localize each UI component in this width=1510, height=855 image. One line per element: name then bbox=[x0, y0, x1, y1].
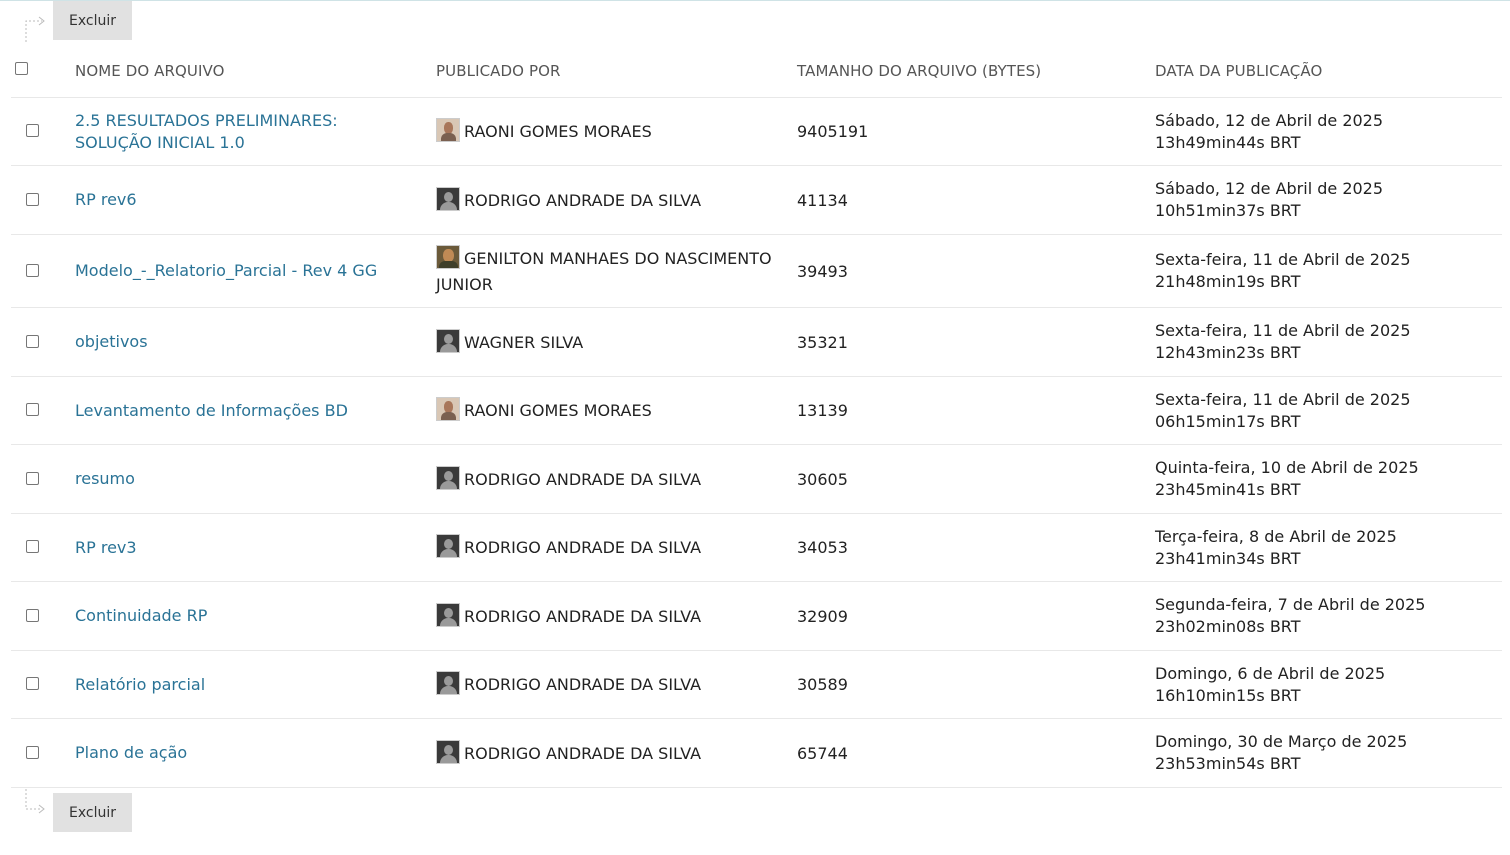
header-publish-date[interactable]: DATA DA PUBLICAÇÃO bbox=[1155, 62, 1502, 80]
table-row: objetivos WAGNER SILVA 35321 Sexta-feira, 1… bbox=[11, 308, 1502, 377]
avatar bbox=[436, 328, 460, 353]
table-header: NOME DO ARQUIVO PUBLICADO POR TAMANHO DO… bbox=[11, 44, 1502, 98]
published-by-cell: RODRIGO ANDRADE DA SILVA bbox=[436, 602, 797, 630]
avatar bbox=[436, 534, 460, 558]
table-row: resumo RODRIGO ANDRADE DA SILVA 30605 Quint… bbox=[11, 445, 1502, 514]
avatar bbox=[436, 397, 460, 421]
file-size: 65744 bbox=[797, 743, 848, 763]
avatar bbox=[436, 671, 460, 695]
file-size: 30605 bbox=[797, 469, 848, 489]
row-checkbox[interactable] bbox=[26, 471, 39, 485]
file-name-link[interactable]: resumo bbox=[75, 469, 135, 488]
bulk-action-arrow-icon bbox=[25, 16, 45, 42]
avatar bbox=[436, 186, 460, 211]
published-by-cell: RAONI GOMES MORAES bbox=[436, 118, 797, 145]
publish-date: Quinta-feira, 10 de Abril de 2025 23h45m… bbox=[1155, 458, 1419, 499]
files-table: NOME DO ARQUIVO PUBLICADO POR TAMANHO DO… bbox=[11, 44, 1502, 788]
file-size: 32909 bbox=[797, 606, 848, 626]
delete-button-bottom[interactable]: Excluir bbox=[53, 793, 132, 832]
file-name-link[interactable]: 2.5 RESULTADOS PRELIMINARES: SOLUÇÃO INI… bbox=[75, 111, 338, 152]
row-checkbox[interactable] bbox=[26, 334, 39, 348]
row-checkbox[interactable] bbox=[26, 745, 39, 759]
file-name-link[interactable]: Plano de ação bbox=[75, 743, 187, 762]
file-name-link[interactable]: Relatório parcial bbox=[75, 675, 205, 694]
table-row: Continuidade RP RODRIGO ANDRADE DA SILVA 3… bbox=[11, 582, 1502, 651]
file-size: 35321 bbox=[797, 332, 848, 352]
file-name-link[interactable]: Levantamento de Informações BD bbox=[75, 401, 348, 420]
file-size: 39493 bbox=[797, 261, 848, 281]
publish-date: Domingo, 30 de Março de 2025 23h53min54s… bbox=[1155, 732, 1408, 773]
publish-date: Segunda-feira, 7 de Abril de 2025 23h02m… bbox=[1155, 595, 1426, 636]
header-file-size[interactable]: TAMANHO DO ARQUIVO (BYTES) bbox=[797, 62, 1155, 80]
table-row: Plano de ação RODRIGO ANDRADE DA SILVA 657… bbox=[11, 719, 1502, 788]
row-checkbox[interactable] bbox=[26, 540, 39, 553]
file-size: 9405191 bbox=[797, 122, 869, 141]
file-size: 34053 bbox=[797, 538, 848, 557]
published-by-cell: RODRIGO ANDRADE DA SILVA bbox=[436, 465, 797, 493]
avatar bbox=[436, 118, 460, 142]
table-row: 2.5 RESULTADOS PRELIMINARES: SOLUÇÃO INI… bbox=[11, 98, 1502, 166]
file-size: 41134 bbox=[797, 190, 848, 210]
row-checkbox[interactable] bbox=[26, 403, 39, 416]
published-by-cell: WAGNER SILVA bbox=[436, 328, 797, 356]
author-name: RAONI GOMES MORAES bbox=[464, 122, 652, 141]
row-checkbox[interactable] bbox=[26, 608, 39, 622]
header-file-name[interactable]: NOME DO ARQUIVO bbox=[75, 62, 436, 80]
publish-date: Sábado, 12 de Abril de 2025 10h51min37s … bbox=[1155, 179, 1384, 220]
row-checkbox[interactable] bbox=[26, 263, 39, 277]
avatar bbox=[436, 244, 460, 269]
published-by-cell: RODRIGO ANDRADE DA SILVA bbox=[436, 671, 797, 698]
author-name: RAONI GOMES MORAES bbox=[464, 401, 652, 420]
avatar bbox=[436, 739, 460, 764]
publish-date: Sexta-feira, 11 de Abril de 2025 21h48mi… bbox=[1155, 250, 1411, 291]
author-name: RODRIGO ANDRADE DA SILVA bbox=[464, 675, 702, 694]
bottom-action-bar: Excluir bbox=[0, 789, 300, 833]
author-name: WAGNER SILVA bbox=[464, 332, 584, 352]
bulk-action-arrow-icon bbox=[25, 789, 45, 814]
publish-date: Sábado, 12 de Abril de 2025 13h49min44s … bbox=[1155, 110, 1384, 152]
table-row: Modelo_-_Relatorio_Parcial - Rev 4 GG GEN… bbox=[11, 235, 1502, 308]
file-name-link[interactable]: objetivos bbox=[75, 332, 148, 351]
publish-date: Terça-feira, 8 de Abril de 2025 23h41min… bbox=[1155, 526, 1397, 568]
publish-date: Domingo, 6 de Abril de 2025 16h10min15s … bbox=[1155, 663, 1386, 705]
table-row: RP rev6 RODRIGO ANDRADE DA SILVA 41134 Sába… bbox=[11, 166, 1502, 235]
published-by-cell: RODRIGO ANDRADE DA SILVA bbox=[436, 534, 797, 561]
publish-date: Sexta-feira, 11 de Abril de 2025 12h43mi… bbox=[1155, 321, 1411, 362]
table-row: RP rev3 RODRIGO ANDRADE DA SILVA 34053 Terç… bbox=[11, 514, 1502, 582]
avatar bbox=[436, 465, 460, 490]
published-by-cell: GENILTON MANHAES DO NASCIMENTO JUNIOR bbox=[436, 244, 797, 298]
row-checkbox[interactable] bbox=[26, 677, 39, 690]
file-name-link[interactable]: RP rev3 bbox=[75, 538, 137, 557]
author-name: RODRIGO ANDRADE DA SILVA bbox=[464, 469, 702, 489]
author-name: GENILTON MANHAES DO NASCIMENTO JUNIOR bbox=[436, 248, 772, 294]
top-action-bar: Excluir bbox=[0, 1, 300, 42]
author-name: RODRIGO ANDRADE DA SILVA bbox=[464, 743, 702, 763]
author-name: RODRIGO ANDRADE DA SILVA bbox=[464, 538, 702, 557]
table-row: Levantamento de Informações BD RAONI GOME… bbox=[11, 377, 1502, 445]
delete-button-top[interactable]: Excluir bbox=[53, 1, 132, 40]
published-by-cell: RODRIGO ANDRADE DA SILVA bbox=[436, 739, 797, 767]
table-row: Relatório parcial RODRIGO ANDRADE DA SILV… bbox=[11, 651, 1502, 719]
file-name-link[interactable]: RP rev6 bbox=[75, 190, 137, 209]
avatar bbox=[436, 602, 460, 627]
file-size: 13139 bbox=[797, 401, 848, 420]
file-size: 30589 bbox=[797, 675, 848, 694]
publish-date: Sexta-feira, 11 de Abril de 2025 06h15mi… bbox=[1155, 389, 1411, 431]
author-name: RODRIGO ANDRADE DA SILVA bbox=[464, 606, 702, 626]
header-published-by[interactable]: PUBLICADO POR bbox=[436, 62, 797, 80]
author-name: RODRIGO ANDRADE DA SILVA bbox=[464, 190, 702, 210]
published-by-cell: RODRIGO ANDRADE DA SILVA bbox=[436, 186, 797, 214]
file-name-link[interactable]: Continuidade RP bbox=[75, 606, 207, 625]
table-body: 2.5 RESULTADOS PRELIMINARES: SOLUÇÃO INI… bbox=[11, 98, 1502, 788]
row-checkbox[interactable] bbox=[26, 124, 39, 137]
row-checkbox[interactable] bbox=[26, 192, 39, 206]
published-by-cell: RAONI GOMES MORAES bbox=[436, 397, 797, 424]
file-name-link[interactable]: Modelo_-_Relatorio_Parcial - Rev 4 GG bbox=[75, 261, 377, 280]
select-all-checkbox[interactable] bbox=[15, 62, 28, 75]
